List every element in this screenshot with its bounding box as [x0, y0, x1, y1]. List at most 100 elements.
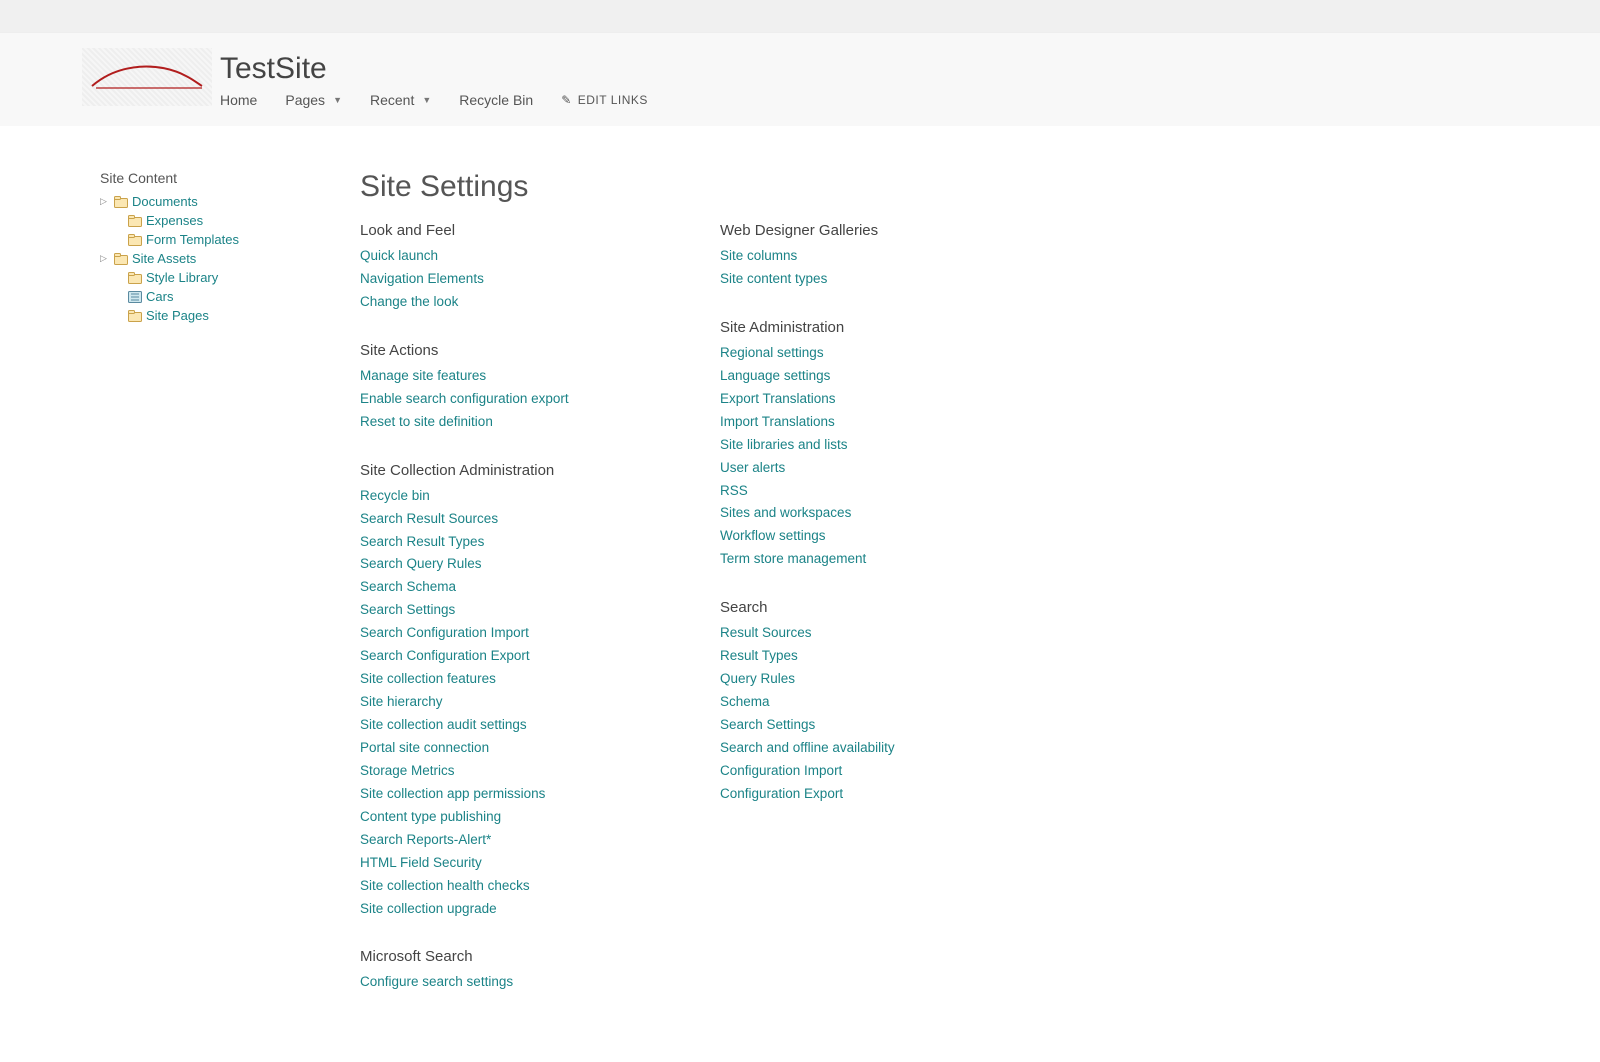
settings-link[interactable]: Search Settings	[720, 714, 1010, 737]
folder-icon	[128, 234, 142, 246]
settings-link[interactable]: Import Translations	[720, 411, 1010, 434]
settings-link[interactable]: Search Settings	[360, 599, 650, 622]
left-nav-item-label: Style Library	[146, 270, 218, 285]
settings-group-heading: Site Collection Administration	[360, 462, 650, 479]
site-title[interactable]: TestSite	[220, 52, 648, 86]
car-icon	[90, 56, 204, 96]
folder-icon	[128, 215, 142, 227]
left-nav-item[interactable]: Style Library	[114, 268, 360, 287]
settings-link[interactable]: Result Sources	[720, 622, 1010, 645]
settings-link[interactable]: Site libraries and lists	[720, 434, 1010, 457]
left-nav-item[interactable]: Expenses	[114, 211, 360, 230]
left-nav-item-label: Site Pages	[146, 308, 209, 323]
settings-link[interactable]: Quick launch	[360, 245, 650, 268]
left-nav-item[interactable]: Site Pages	[114, 306, 360, 325]
settings-link[interactable]: Change the look	[360, 291, 650, 314]
left-nav-item-label: Cars	[146, 289, 173, 304]
edit-links-button[interactable]: ✎ EDIT LINKS	[561, 93, 648, 107]
settings-link[interactable]: Manage site features	[360, 365, 650, 388]
settings-link[interactable]: Portal site connection	[360, 737, 650, 760]
caret-down-icon: ▼	[422, 95, 431, 105]
settings-link[interactable]: Search and offline availability	[720, 737, 1010, 760]
nav-recent[interactable]: Recent ▼	[370, 92, 431, 108]
nav-home[interactable]: Home	[220, 92, 257, 108]
nav-recent-label: Recent	[370, 92, 414, 108]
settings-link[interactable]: Configuration Export	[720, 783, 1010, 806]
nav-pages[interactable]: Pages ▼	[285, 92, 342, 108]
settings-link[interactable]: Configuration Import	[720, 760, 1010, 783]
nav-recycle-bin[interactable]: Recycle Bin	[459, 92, 533, 108]
settings-group-heading: Microsoft Search	[360, 948, 650, 965]
left-nav: Site Content ▷ Documents Expenses Form Temp…	[100, 170, 360, 1022]
settings-link[interactable]: Site collection app permissions	[360, 783, 650, 806]
folder-icon	[114, 253, 128, 265]
settings-link[interactable]: Navigation Elements	[360, 268, 650, 291]
settings-link[interactable]: Result Types	[720, 645, 1010, 668]
settings-link[interactable]: Site columns	[720, 245, 1010, 268]
settings-link[interactable]: Storage Metrics	[360, 760, 650, 783]
expand-icon[interactable]: ▷	[100, 253, 110, 264]
settings-link[interactable]: Term store management	[720, 548, 1010, 571]
expand-icon[interactable]: ▷	[100, 196, 110, 207]
caret-down-icon: ▼	[333, 95, 342, 105]
settings-link[interactable]: Regional settings	[720, 342, 1010, 365]
settings-group-heading: Site Actions	[360, 342, 650, 359]
settings-link[interactable]: HTML Field Security	[360, 852, 650, 875]
settings-link[interactable]: Content type publishing	[360, 806, 650, 829]
settings-group: Web Designer GalleriesSite columnsSite c…	[720, 222, 1010, 291]
left-nav-item-label: Expenses	[146, 213, 203, 228]
settings-link[interactable]: User alerts	[720, 457, 1010, 480]
left-nav-item[interactable]: Cars	[114, 287, 360, 306]
settings-link[interactable]: Reset to site definition	[360, 411, 650, 434]
settings-link[interactable]: Schema	[720, 691, 1010, 714]
settings-group-heading: Search	[720, 599, 1010, 616]
folder-icon	[114, 196, 128, 208]
settings-group: Search Result SourcesResult TypesQuery Ru…	[720, 599, 1010, 806]
settings-link[interactable]: Recycle bin	[360, 485, 650, 508]
settings-link[interactable]: Search Result Sources	[360, 508, 650, 531]
settings-link[interactable]: RSS	[720, 480, 1010, 503]
settings-group-heading: Site Administration	[720, 319, 1010, 336]
settings-group: Site Administration Regional settingsLang…	[720, 319, 1010, 571]
settings-link[interactable]: Site collection features	[360, 668, 650, 691]
folder-icon	[128, 310, 142, 322]
left-nav-item[interactable]: Form Templates	[114, 230, 360, 249]
left-nav-item-label: Site Assets	[132, 251, 196, 266]
left-nav-item[interactable]: ▷ Documents	[100, 192, 360, 211]
settings-link[interactable]: Site collection upgrade	[360, 898, 650, 921]
settings-link[interactable]: Search Configuration Import	[360, 622, 650, 645]
settings-link[interactable]: Site collection audit settings	[360, 714, 650, 737]
content-area: Site Settings Look and Feel Quick launchN…	[360, 170, 1600, 1022]
settings-link[interactable]: Workflow settings	[720, 525, 1010, 548]
settings-link[interactable]: Search Reports-Alert*	[360, 829, 650, 852]
edit-links-label: EDIT LINKS	[578, 93, 648, 107]
settings-link[interactable]: Language settings	[720, 365, 1010, 388]
settings-link[interactable]: Query Rules	[720, 668, 1010, 691]
settings-link[interactable]: Site content types	[720, 268, 1010, 291]
site-logo[interactable]	[82, 48, 212, 106]
settings-link[interactable]: Search Result Types	[360, 531, 650, 554]
settings-group: Look and Feel Quick launchNavigation Elem…	[360, 222, 650, 314]
settings-group-heading: Look and Feel	[360, 222, 650, 239]
settings-link[interactable]: Sites and workspaces	[720, 502, 1010, 525]
page-title: Site Settings	[360, 170, 1600, 204]
settings-column: Look and Feel Quick launchNavigation Elem…	[360, 222, 650, 1022]
settings-group: Site Collection Administration Recycle bi…	[360, 462, 650, 921]
settings-link[interactable]: Site hierarchy	[360, 691, 650, 714]
left-nav-item-label: Documents	[132, 194, 198, 209]
nav-pages-label: Pages	[285, 92, 325, 108]
settings-link[interactable]: Search Configuration Export	[360, 645, 650, 668]
settings-link[interactable]: Export Translations	[720, 388, 1010, 411]
settings-link[interactable]: Search Query Rules	[360, 553, 650, 576]
settings-column: Web Designer GalleriesSite columnsSite c…	[720, 222, 1010, 1022]
left-nav-title: Site Content	[100, 170, 360, 186]
suite-bar	[0, 0, 1600, 33]
settings-link[interactable]: Configure search settings	[360, 971, 650, 994]
left-nav-item[interactable]: ▷ Site Assets	[100, 249, 360, 268]
settings-group: Microsoft Search Configure search setting…	[360, 948, 650, 994]
settings-link[interactable]: Enable search configuration export	[360, 388, 650, 411]
settings-link[interactable]: Search Schema	[360, 576, 650, 599]
settings-link[interactable]: Site collection health checks	[360, 875, 650, 898]
pencil-icon: ✎	[561, 93, 572, 107]
site-header: TestSite Home Pages ▼ Recent ▼ Recycle B…	[0, 33, 1600, 126]
